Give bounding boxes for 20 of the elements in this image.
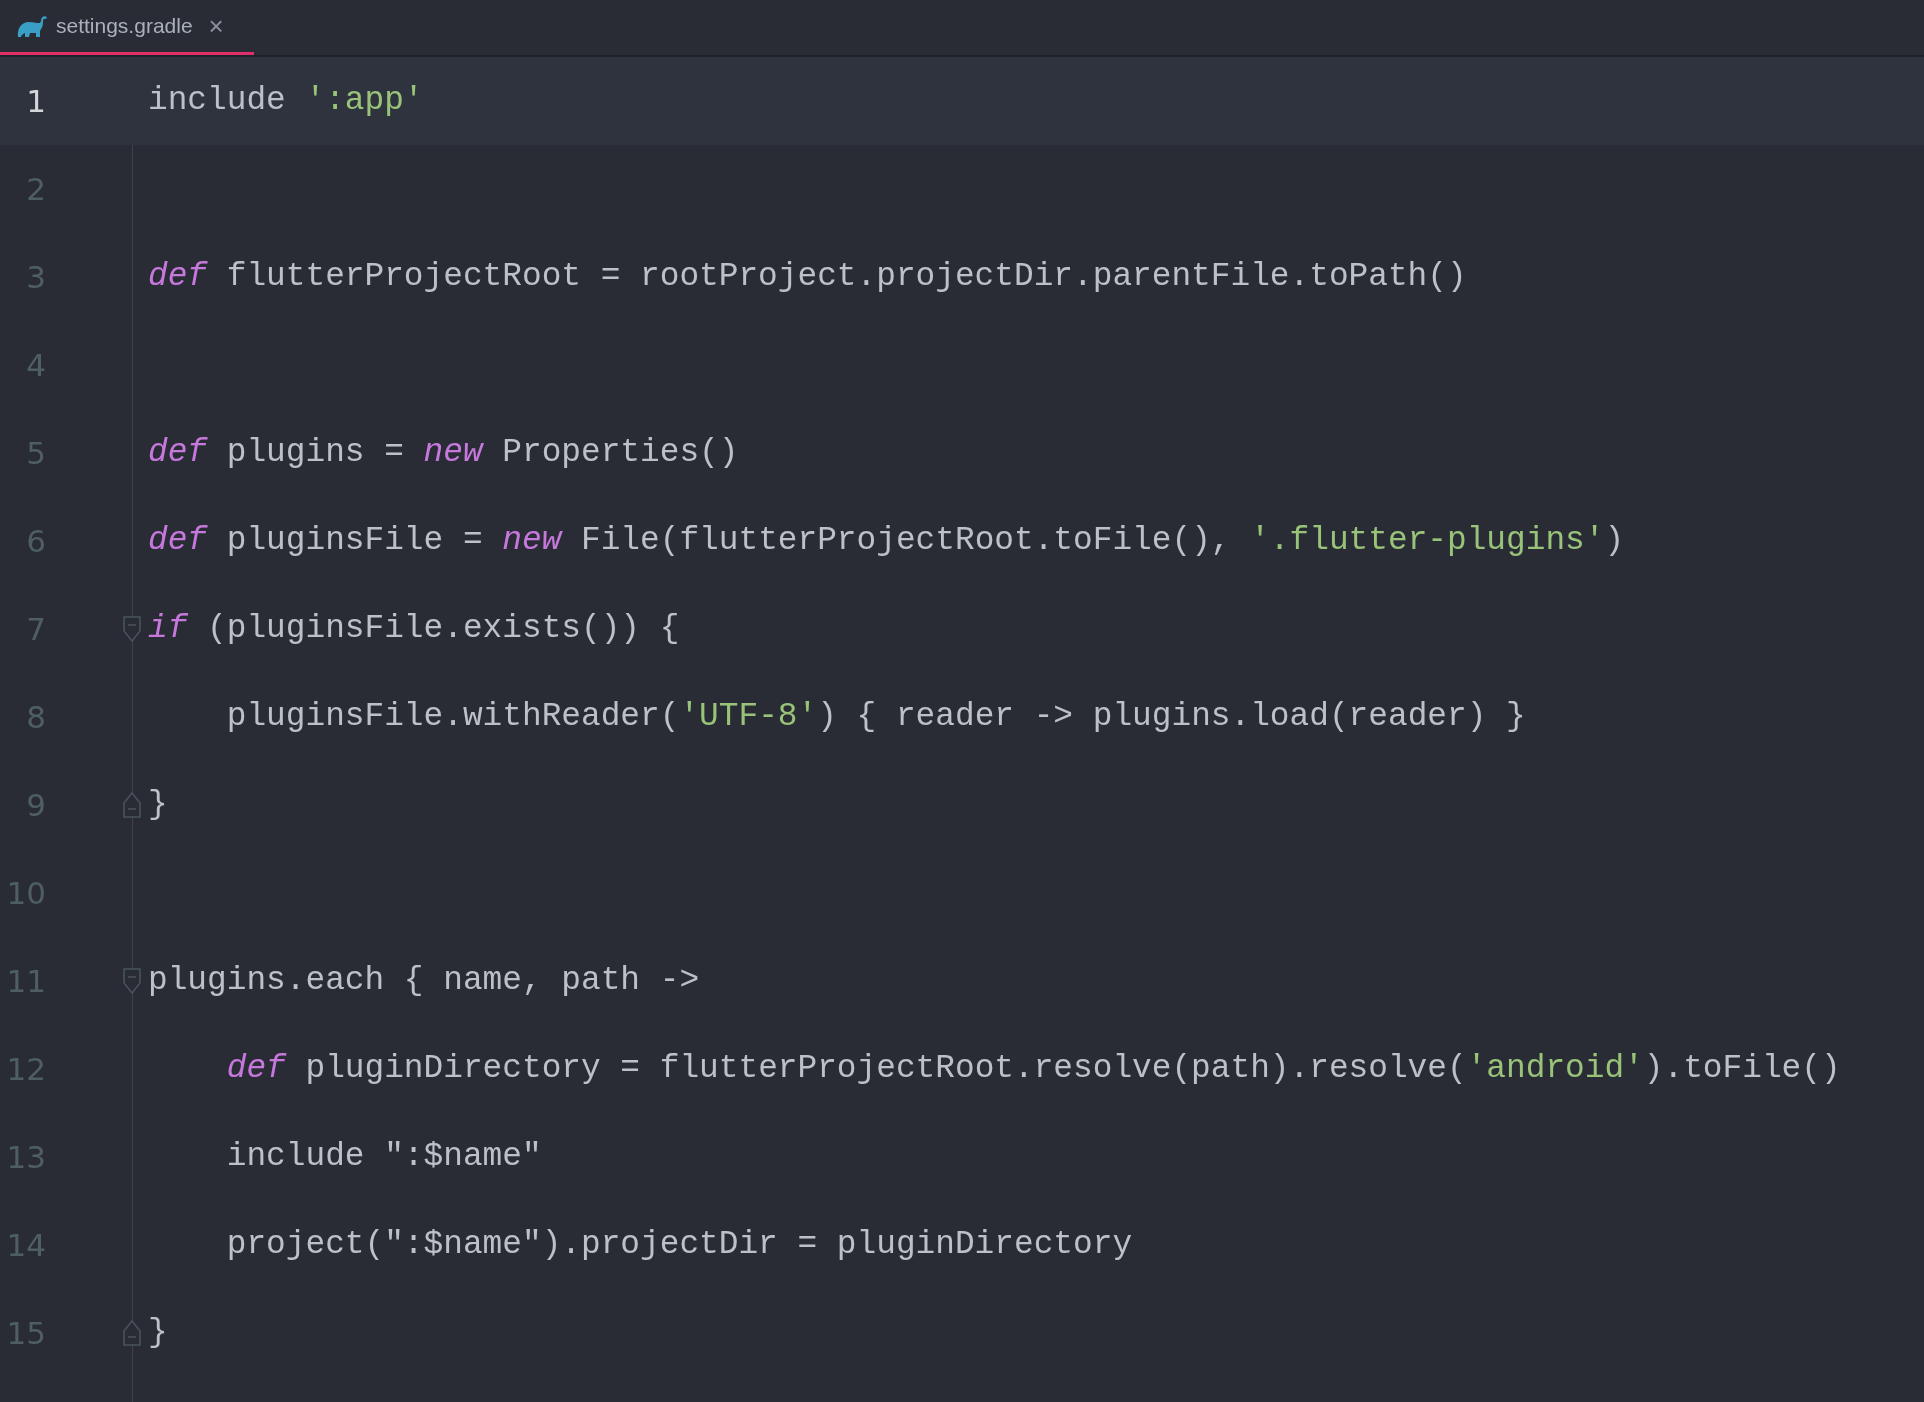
code-line: def plugins = new Properties() — [148, 436, 739, 470]
code-line: def pluginDirectory = flutterProjectRoot.resolve(path).resolve('android').toFile() — [225, 1052, 1841, 1086]
code-line: def pluginsFile = new File(flutterProjectRoot.toFile(), '.flutter-plugins') — [148, 524, 1625, 558]
fold-icon[interactable] — [122, 967, 142, 995]
code-line: include ":$name" — [225, 1140, 542, 1174]
code-line: if (pluginsFile.exists()) { — [148, 612, 680, 646]
code-line: project(":$name").projectDir = pluginDirectory — [225, 1228, 1133, 1262]
line-number: 1 — [26, 81, 46, 121]
code-line: } — [148, 788, 168, 822]
tab-label: settings.gradle — [56, 13, 193, 40]
elephant-icon — [16, 13, 48, 39]
code-line: pluginsFile.withReader('UTF-8') { reader -> plugins.load(reader) } — [225, 700, 1526, 734]
fold-icon[interactable] — [122, 615, 142, 643]
fold-icon[interactable] — [122, 1319, 142, 1347]
code-line: plugins.each { name, path -> — [148, 964, 700, 998]
close-icon[interactable]: × — [208, 13, 224, 39]
code-line: include ':app' — [148, 84, 424, 118]
code-line: } — [148, 1316, 168, 1350]
code-line: def flutterProjectRoot = rootProject.projectDir.parentFile.toPath() — [148, 260, 1467, 294]
fold-icon[interactable] — [122, 791, 142, 819]
